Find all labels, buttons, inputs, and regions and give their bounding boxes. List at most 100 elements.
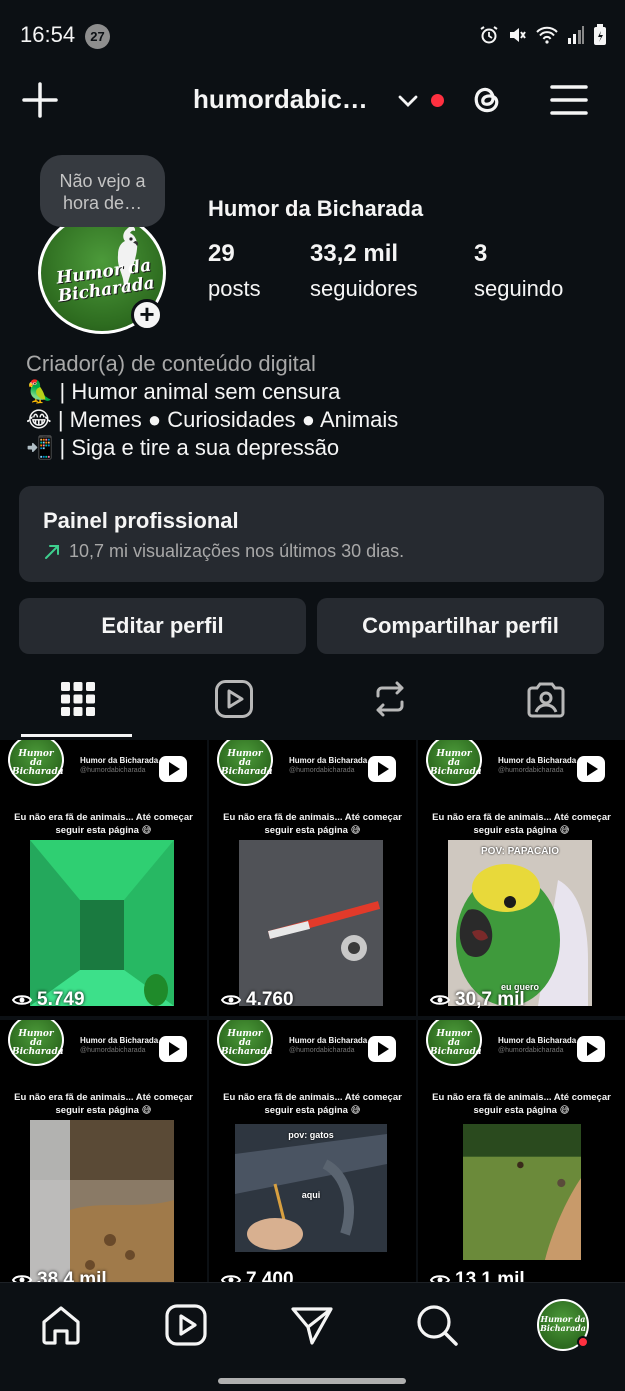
pro-dashboard-subtitle: 10,7 mi visualizações nos últimos 30 dia… bbox=[43, 541, 404, 562]
post-overlay-top: POV: PAPACAIO bbox=[481, 846, 559, 857]
pro-dashboard-title: Painel profissional bbox=[43, 508, 239, 533]
tagged-icon bbox=[527, 682, 565, 718]
stat-label: posts bbox=[208, 276, 261, 301]
share-profile-button[interactable]: Compartilhar perfil bbox=[317, 598, 604, 654]
mute-icon bbox=[510, 28, 526, 42]
post-thumbnail[interactable]: Humor da Bicharada Humor da Bicharada @h… bbox=[0, 740, 207, 1016]
post-caption: Eu não era fã de animais... Até começar … bbox=[14, 1092, 193, 1116]
bio-line: 📲 | Siga e tire a sua depressão bbox=[26, 435, 340, 460]
send-icon[interactable] bbox=[290, 1303, 334, 1347]
post-brand-logo: Humor da Bicharada bbox=[8, 1020, 64, 1066]
search-icon[interactable] bbox=[415, 1303, 459, 1347]
post-brand-handle: @humordabicharada bbox=[498, 767, 564, 774]
view-count-text: 7.400 bbox=[246, 1269, 294, 1282]
view-count-text: 30,7 mil bbox=[455, 989, 525, 1010]
post-thumbnail[interactable]: Humor da Bicharada Humor da Bicharada @h… bbox=[0, 1020, 207, 1282]
trending-up-icon bbox=[45, 544, 59, 559]
bio-category: Criador(a) de conteúdo digital bbox=[26, 351, 316, 376]
post-image-green-hallway bbox=[30, 840, 174, 1006]
post-overlay-top: pov: gatos bbox=[288, 1130, 334, 1140]
tab-posts-grid[interactable] bbox=[0, 660, 156, 738]
eye-icon bbox=[430, 995, 450, 1005]
post-brand-logo: Humor da Bicharada bbox=[426, 740, 482, 786]
username-switcher[interactable]: humordabic… bbox=[193, 84, 368, 115]
eye-icon bbox=[221, 1275, 241, 1282]
notification-count-badge: 27 bbox=[85, 24, 110, 49]
post-image-parrot: POV: PAPACAIO eu quero bbox=[448, 840, 592, 1006]
tab-reposts[interactable] bbox=[312, 660, 468, 738]
create-plus-icon[interactable] bbox=[22, 82, 58, 118]
post-brand-handle: @humordabicharada bbox=[80, 1047, 146, 1054]
active-tab-indicator bbox=[21, 734, 132, 737]
post-thumbnail[interactable]: Humor da Bicharada Humor da Bicharada @h… bbox=[418, 740, 625, 1016]
post-brand-logo: Humor da Bicharada bbox=[217, 1020, 273, 1066]
post-caption: Eu não era fã de animais... Até começar … bbox=[14, 812, 193, 836]
eye-icon bbox=[12, 995, 32, 1005]
add-story-icon[interactable]: + bbox=[131, 299, 163, 331]
post-thumbnail[interactable]: Humor da Bicharada Humor da Bicharada @h… bbox=[209, 1020, 416, 1282]
stat-label: seguindo bbox=[474, 276, 564, 301]
reels-icon[interactable] bbox=[164, 1303, 208, 1347]
stat-following[interactable]: 3 seguindo bbox=[474, 240, 563, 302]
profile-notification-dot bbox=[577, 1336, 589, 1348]
tab-tagged[interactable] bbox=[468, 660, 624, 738]
post-brand-name: Humor da Bicharada bbox=[80, 1036, 159, 1045]
reel-play-icon bbox=[368, 756, 396, 782]
alarm-icon bbox=[480, 26, 498, 44]
post-caption: Eu não era fã de animais... Até começar … bbox=[432, 812, 611, 836]
post-brand-logo: Humor da Bicharada bbox=[8, 740, 64, 786]
post-view-count: 13,1 mil bbox=[430, 1269, 525, 1282]
eye-icon bbox=[12, 1275, 32, 1282]
post-brand-name: Humor da Bicharada bbox=[498, 756, 577, 765]
post-brand-name: Humor da Bicharada bbox=[289, 756, 368, 765]
tab-reels[interactable] bbox=[156, 660, 312, 738]
post-image-cat-car: pov: gatos aqui bbox=[235, 1124, 387, 1252]
menu-icon[interactable] bbox=[550, 84, 588, 116]
stat-value: 29 bbox=[208, 240, 235, 267]
threads-icon[interactable] bbox=[466, 80, 506, 120]
post-brand-logo: Humor da Bicharada bbox=[426, 1020, 482, 1066]
post-view-count: 30,7 mil bbox=[430, 989, 525, 1011]
post-brand-handle: @humordabicharada bbox=[80, 767, 146, 774]
stat-followers[interactable]: 33,2 mil seguidores bbox=[310, 240, 418, 302]
post-brand-name: Humor da Bicharada bbox=[289, 1036, 368, 1045]
home-icon[interactable] bbox=[39, 1303, 83, 1347]
content-tabs bbox=[0, 660, 625, 738]
reel-play-icon bbox=[159, 756, 187, 782]
profile-bio: Criador(a) de conteúdo digital 🦜 | Humor… bbox=[26, 350, 606, 462]
reel-play-icon bbox=[159, 1036, 187, 1062]
eye-icon bbox=[221, 995, 241, 1005]
post-image-car-mat bbox=[239, 840, 383, 1006]
edit-profile-button[interactable]: Editar perfil bbox=[19, 598, 306, 654]
professional-dashboard-card[interactable]: Painel profissional 10,7 mi visualizaçõe… bbox=[19, 486, 604, 582]
stat-value: 33,2 mil bbox=[310, 240, 399, 267]
grid-icon bbox=[61, 682, 95, 716]
post-thumbnail[interactable]: Humor da Bicharada Humor da Bicharada @h… bbox=[418, 1020, 625, 1282]
post-caption: Eu não era fã de animais... Até começar … bbox=[223, 812, 402, 836]
post-brand-handle: @humordabicharada bbox=[289, 767, 355, 774]
view-count-text: 5.749 bbox=[37, 989, 85, 1010]
posts-grid: Humor da Bicharada Humor da Bicharada @h… bbox=[0, 740, 625, 1282]
post-caption: Eu não era fã de animais... Até começar … bbox=[432, 1092, 611, 1116]
post-caption: Eu não era fã de animais... Até começar … bbox=[223, 1092, 402, 1116]
post-view-count: 4.760 bbox=[221, 989, 294, 1011]
reposts-icon bbox=[376, 681, 404, 717]
display-name: Humor da Bicharada bbox=[208, 196, 424, 221]
chevron-down-icon[interactable] bbox=[397, 90, 419, 112]
stat-posts[interactable]: 29 posts bbox=[208, 240, 261, 302]
post-view-count: 7.400 bbox=[221, 1269, 294, 1282]
post-image-field bbox=[463, 1124, 581, 1260]
reel-play-icon bbox=[368, 1036, 396, 1062]
home-indicator[interactable] bbox=[218, 1378, 406, 1384]
eye-icon bbox=[430, 1275, 450, 1282]
post-thumbnail[interactable]: Humor da Bicharada Humor da Bicharada @h… bbox=[209, 740, 416, 1016]
view-count-text: 38,4 mil bbox=[37, 1269, 107, 1282]
stat-value: 3 bbox=[474, 240, 488, 267]
bottom-navigation: Humor da Bicharada bbox=[0, 1282, 625, 1391]
post-view-count: 38,4 mil bbox=[12, 1269, 107, 1282]
status-icons bbox=[479, 24, 607, 46]
profile-note-bubble[interactable]: Não vejo a hora de… bbox=[40, 155, 165, 227]
bio-line: 😂 | Memes ● Curiosidades ● Animais bbox=[26, 407, 399, 432]
notification-dot bbox=[431, 94, 444, 107]
post-image-enclosure bbox=[30, 1120, 174, 1282]
